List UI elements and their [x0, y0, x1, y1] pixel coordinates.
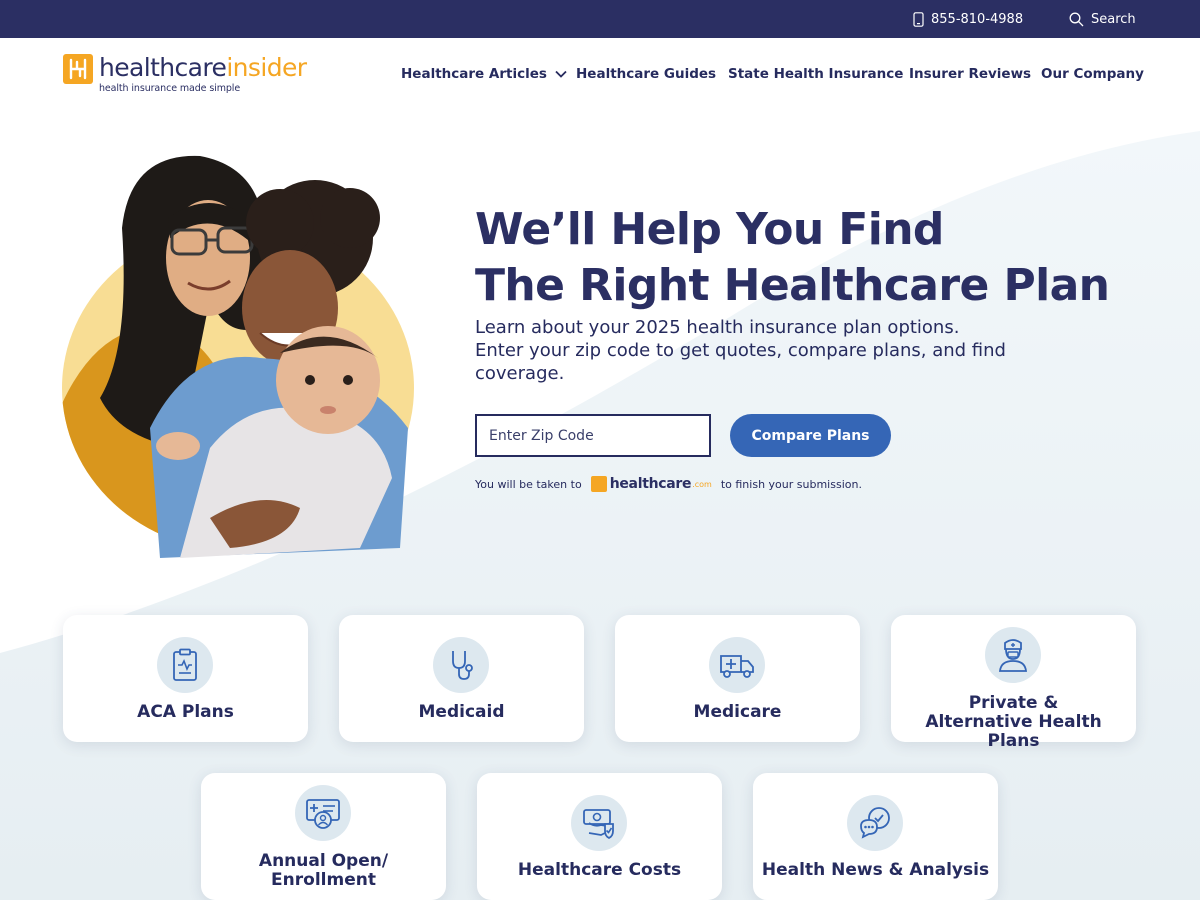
card-healthcare-costs[interactable]: Healthcare Costs [477, 773, 722, 900]
nav-state-health-insurance[interactable]: State Health Insurance [728, 66, 903, 82]
stethoscope-icon [433, 637, 489, 693]
hero-headline-line2: The Right Healthcare Plan [475, 260, 1110, 311]
hero-family-photo [62, 155, 414, 558]
site-header: healthcareinsider health insurance made … [0, 38, 1200, 113]
hero-subtitle: Learn about your 2025 health insurance p… [475, 316, 1035, 385]
nav-our-company[interactable]: Our Company [1041, 66, 1144, 82]
card-aca-plans[interactable]: ACA Plans [63, 615, 308, 742]
card-label: Medicare [693, 702, 782, 722]
search-link[interactable]: Search [1069, 0, 1136, 38]
healthcare-com-suffix: .com [692, 479, 712, 489]
card-label: Health News & Analysis [761, 860, 990, 880]
nav-insurer-reviews[interactable]: Insurer Reviews [909, 66, 1031, 82]
chevron-down-icon [555, 70, 567, 78]
logo-tagline: health insurance made simple [99, 83, 241, 94]
nav-label: Healthcare Guides [576, 66, 717, 82]
card-private-alternative-plans[interactable]: Private & Alternative Health Plans [891, 615, 1136, 751]
healthcare-com-mark-icon [590, 476, 607, 492]
nav-label: Insurer Reviews [909, 66, 1032, 82]
nav-label: Healthcare Articles [401, 66, 547, 82]
utility-bar: 855-810-4988 Search [0, 0, 1200, 38]
logo-word-insider: insider [226, 53, 307, 82]
card-label: Private & Alternative Health Plans [925, 693, 1102, 751]
redirect-note: You will be taken to healthcare .com to … [475, 474, 862, 494]
card-label: Annual Open/ Enrollment [258, 851, 389, 890]
logo-word-healthcare: healthcare [99, 53, 227, 82]
healthcare-insider-logo[interactable]: healthcareinsider health insurance made … [63, 51, 323, 98]
hero-subtitle-line2: Enter your zip code to get quotes, compa… [475, 340, 1006, 384]
id-card-icon [295, 785, 351, 841]
nav-healthcare-articles[interactable]: Healthcare Articles [401, 66, 567, 82]
healthcare-com-logo: healthcare .com [590, 476, 712, 492]
chat-bubbles-icon [847, 795, 903, 851]
nav-label: State Health Insurance [728, 66, 904, 82]
card-label: ACA Plans [137, 702, 234, 722]
phone-link[interactable]: 855-810-4988 [913, 0, 1023, 38]
ambulance-icon [709, 637, 765, 693]
nav-label: Our Company [1041, 66, 1144, 82]
compare-plans-button[interactable]: Compare Plans [730, 414, 891, 457]
logo-wordmark: healthcareinsider [99, 51, 307, 85]
nav-healthcare-guides[interactable]: Healthcare Guides [576, 66, 716, 82]
card-annual-open-enrollment[interactable]: Annual Open/ Enrollment [201, 773, 446, 900]
healthcare-com-word: healthcare [609, 476, 692, 492]
hero-subtitle-line1: Learn about your 2025 health insurance p… [475, 317, 960, 338]
redirect-note-before: You will be taken to [475, 477, 582, 491]
hero-headline-line1: We’ll Help You Find [475, 204, 944, 255]
card-medicaid[interactable]: Medicaid [339, 615, 584, 742]
card-label: Medicaid [418, 702, 505, 722]
clipboard-icon [157, 637, 213, 693]
phone-icon [913, 11, 924, 27]
card-medicare[interactable]: Medicare [615, 615, 860, 742]
card-label: Healthcare Costs [517, 860, 682, 880]
money-shield-icon [571, 795, 627, 851]
logo-mark-icon [63, 54, 93, 84]
search-label: Search [1091, 11, 1136, 27]
card-health-news-analysis[interactable]: Health News & Analysis [753, 773, 998, 900]
doctor-icon [985, 627, 1041, 683]
zip-code-input[interactable] [475, 414, 711, 457]
hero-headline: We’ll Help You Find The Right Healthcare… [475, 202, 1175, 314]
search-icon [1069, 12, 1084, 26]
redirect-note-after: to finish your submission. [720, 477, 862, 491]
phone-number: 855-810-4988 [931, 11, 1024, 27]
